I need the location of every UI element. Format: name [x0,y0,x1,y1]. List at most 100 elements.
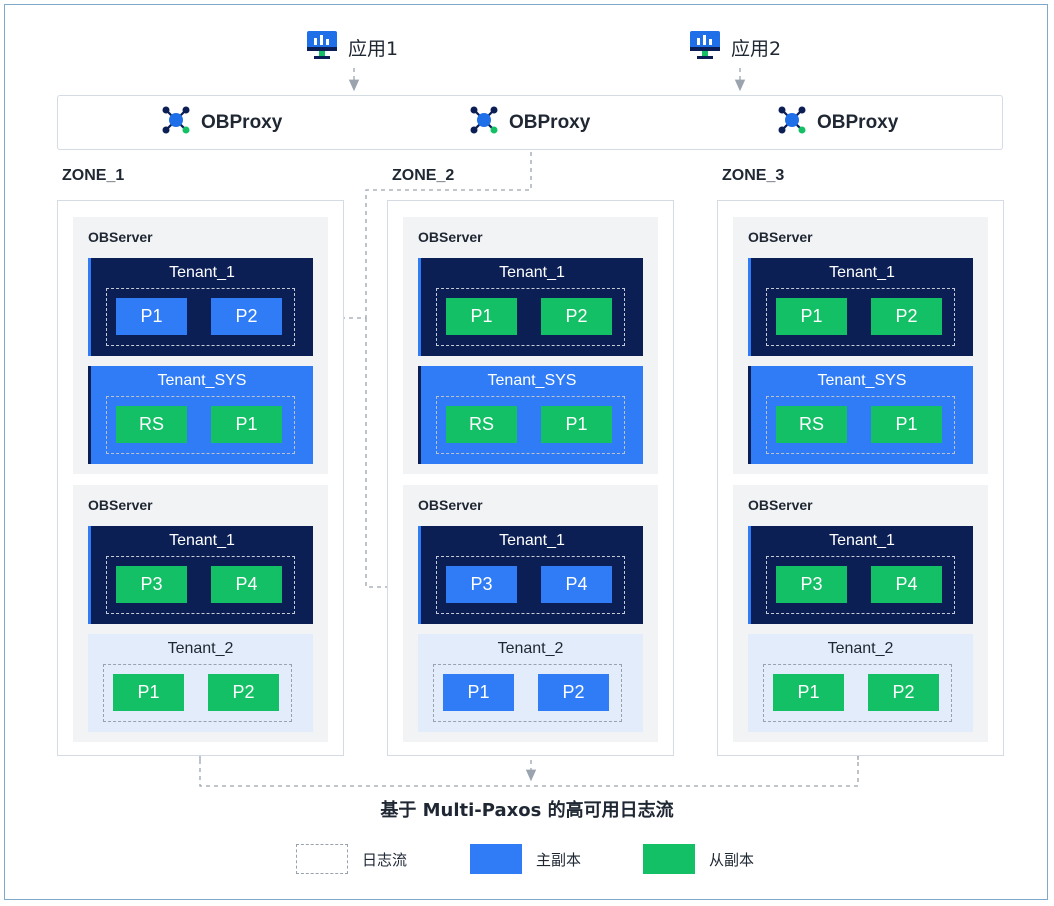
leader-replica: P2 [211,298,282,335]
app-2: 应用2 [689,30,781,64]
log-stream-box: RS P1 [436,396,625,454]
tenant-block: Tenant_SYS RS P1 [748,366,973,464]
app-label: 应用1 [348,37,399,60]
follower-replica: P1 [871,406,942,443]
tenant-block: Tenant_1 P3 P4 [418,526,643,624]
tenant-name: Tenant_1 [169,264,235,281]
legend-swatch-dashed [296,844,348,874]
legend-label: 从副本 [709,850,755,869]
tenant-name: Tenant_1 [169,532,235,549]
observer: OBServer Tenant_1 P1 P2 Tenant_SYS RS P1 [73,217,328,474]
log-stream-box: P1 P2 [103,664,292,722]
obproxy-3: OBProxy [777,106,898,140]
monitor-icon [689,30,721,65]
follower-replica: P1 [541,406,612,443]
log-stream-box: P3 P4 [106,556,295,614]
follower-replica: P3 [776,566,847,603]
zone-3: OBServer Tenant_1 P1 P2 Tenant_SYS RS P1 OBServ… [717,200,1004,756]
observer: OBServer Tenant_1 P1 P2 Tenant_SYS RS P1 [403,217,658,474]
tenant-name: Tenant_1 [829,264,895,281]
follower-replica: P1 [446,298,517,335]
follower-replica: P2 [871,298,942,335]
log-stream-box: RS P1 [106,396,295,454]
obproxy-label: OBProxy [201,112,283,133]
legend-log-stream: 日志流 [296,843,407,875]
observer-title: OBServer [418,497,483,513]
log-stream-caption: 基于 Multi-Paxos 的高可用日志流 [380,800,674,821]
monitor-icon [306,30,338,65]
zone-2: OBServer Tenant_1 P1 P2 Tenant_SYS RS P1 OBServ… [387,200,674,756]
observer: OBServer Tenant_1 P3 P4 Tenant_2 P1 P2 [733,485,988,742]
tenant-block: Tenant_1 P1 P2 [88,258,313,356]
log-stream-box: P3 P4 [436,556,625,614]
follower-replica: P1 [211,406,282,443]
app-label: 应用2 [731,37,782,60]
observer-title: OBServer [88,229,153,245]
follower-replica: P1 [773,674,844,711]
observer: OBServer Tenant_1 P3 P4 Tenant_2 P1 P2 [73,485,328,742]
tenant-name: Tenant_2 [827,640,894,657]
network-node-icon [469,105,499,141]
tenant-name: Tenant_2 [167,640,234,657]
network-node-icon [161,105,191,141]
leader-replica: P1 [116,298,187,335]
follower-replica: RS [446,406,517,443]
tenant-block: Tenant_2 P1 P2 [418,634,643,732]
follower-replica: P1 [776,298,847,335]
follower-replica: RS [116,406,187,443]
tenant-name: Tenant_1 [829,532,895,549]
log-stream-box: P1 P2 [106,288,295,346]
tenant-name: Tenant_2 [497,640,564,657]
tenant-block: Tenant_SYS RS P1 [418,366,643,464]
follower-replica: RS [776,406,847,443]
follower-replica: P1 [113,674,184,711]
tenant-block: Tenant_SYS RS P1 [88,366,313,464]
zone-3-label: ZONE_3 [722,167,785,184]
obproxy-1: OBProxy [161,106,282,140]
legend-follower: 从副本 [643,843,754,875]
observer: OBServer Tenant_1 P1 P2 Tenant_SYS RS P1 [733,217,988,474]
follower-replica: P4 [871,566,942,603]
zone-1-label: ZONE_1 [62,167,125,184]
tenant-block: Tenant_1 P3 P4 [88,526,313,624]
observer-title: OBServer [748,497,813,513]
log-stream-box: P3 P4 [766,556,955,614]
leader-replica: P2 [538,674,609,711]
app-1: 应用1 [306,30,398,64]
tenant-name: Tenant_1 [499,532,565,549]
leader-replica: P3 [446,566,517,603]
network-node-icon [777,105,807,141]
legend-label: 主副本 [536,850,582,869]
legend-swatch-green [643,844,695,874]
tenant-block: Tenant_2 P1 P2 [748,634,973,732]
zone-1: OBServer Tenant_1 P1 P2 Tenant_SYS RS P1 OBServ… [57,200,344,756]
observer-title: OBServer [748,229,813,245]
legend-leader: 主副本 [470,843,581,875]
log-stream-box: P1 P2 [766,288,955,346]
tenant-block: Tenant_1 P1 P2 [748,258,973,356]
log-stream-box: P1 P2 [436,288,625,346]
follower-replica: P2 [208,674,279,711]
observer-title: OBServer [418,229,483,245]
follower-replica: P3 [116,566,187,603]
follower-replica: P2 [868,674,939,711]
obproxy-label: OBProxy [817,112,899,133]
tenant-block: Tenant_1 P1 P2 [418,258,643,356]
follower-replica: P4 [211,566,282,603]
observer: OBServer Tenant_1 P3 P4 Tenant_2 P1 P2 [403,485,658,742]
legend-label: 日志流 [362,850,408,869]
tenant-name: Tenant_SYS [487,372,577,389]
tenant-block: Tenant_1 P3 P4 [748,526,973,624]
log-stream-box: P1 P2 [433,664,622,722]
observer-title: OBServer [88,497,153,513]
obproxy-label: OBProxy [509,112,591,133]
obproxy-2: OBProxy [469,106,590,140]
log-stream-box: P1 P2 [763,664,952,722]
tenant-name: Tenant_SYS [817,372,907,389]
zone-2-label: ZONE_2 [392,167,455,184]
follower-replica: P2 [541,298,612,335]
leader-replica: P1 [443,674,514,711]
leader-replica: P4 [541,566,612,603]
tenant-name: Tenant_SYS [157,372,247,389]
tenant-name: Tenant_1 [499,264,565,281]
